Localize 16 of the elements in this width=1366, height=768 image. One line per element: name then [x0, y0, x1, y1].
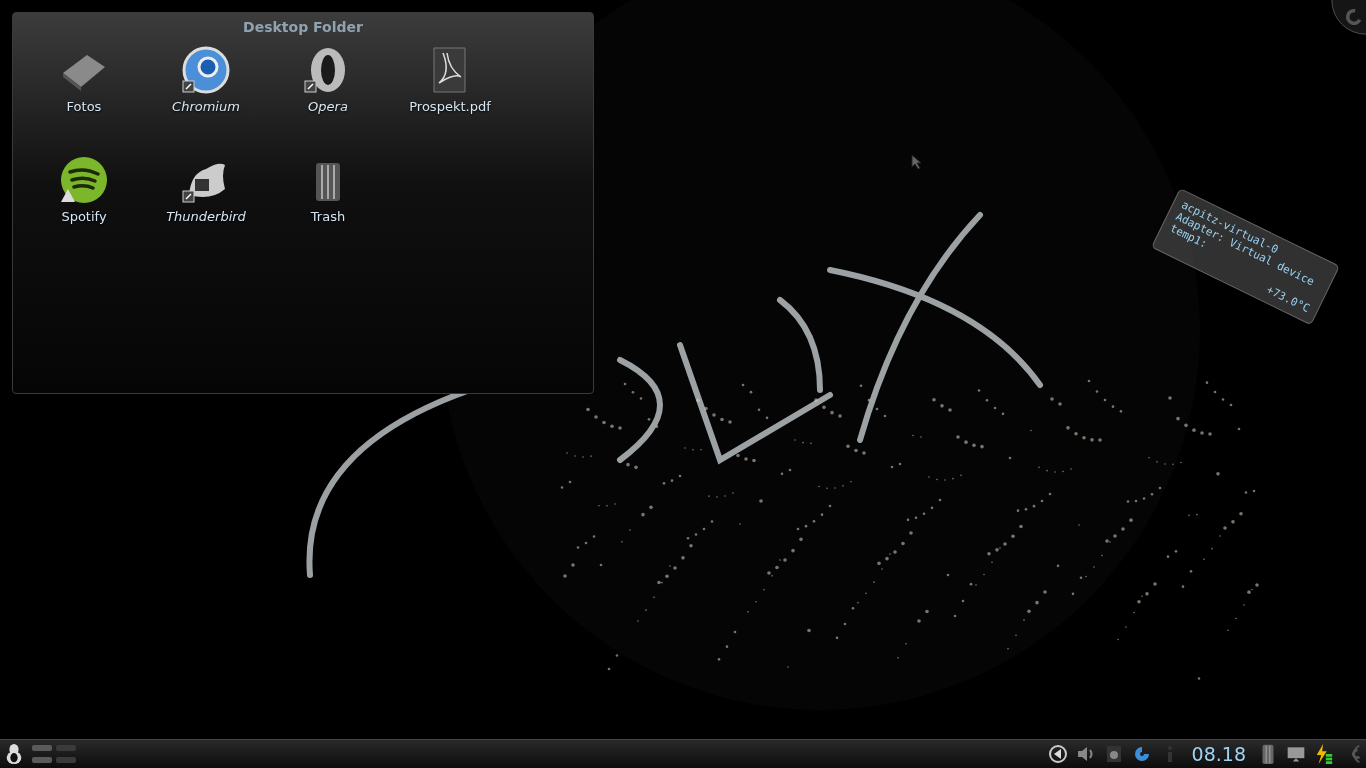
- file-name[interactable]: Trash: [310, 209, 346, 224]
- file-name[interactable]: Spotify: [61, 209, 107, 224]
- file-name[interactable]: Thunderbird: [166, 209, 246, 224]
- file-name[interactable]: Fotos: [66, 99, 102, 114]
- file-name[interactable]: Prospekt.pdf: [409, 99, 491, 114]
- penguin-icon[interactable]: [4, 743, 24, 765]
- battery-icon[interactable]: [1314, 743, 1334, 765]
- globe-icon[interactable]: [181, 45, 231, 95]
- file-name[interactable]: Chromium: [172, 99, 240, 114]
- file-name[interactable]: Opera: [308, 99, 348, 114]
- mouse-pointer-icon: [911, 154, 923, 170]
- sound-waves-icon[interactable]: [59, 155, 109, 205]
- clock[interactable]: 08.18: [1187, 743, 1250, 765]
- virtual-desktop[interactable]: [32, 744, 52, 764]
- panel-title: Desktop Folder: [242, 18, 364, 35]
- arrow-left-icon[interactable]: [1047, 743, 1068, 765]
